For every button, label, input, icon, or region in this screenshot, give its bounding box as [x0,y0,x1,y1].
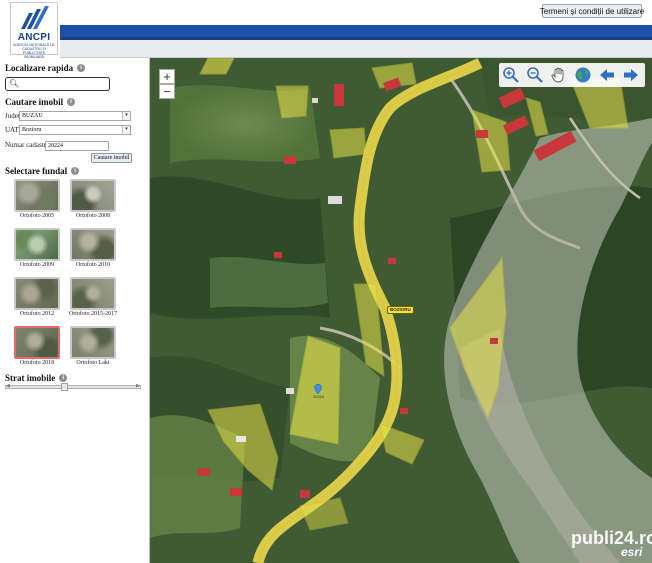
slider-left-arrow-icon[interactable]: ◀ [6,384,11,390]
uat-label: UAT: [5,126,21,134]
basemap-thumb-ortofoto-2012[interactable] [14,277,60,310]
slider-right-arrow-icon[interactable]: ▶ [136,384,141,390]
property-layer-label: Strat imobile [5,373,56,383]
arrow-right-icon[interactable] [622,66,640,84]
basemap-label: Ortofoto 2010 [75,262,111,268]
zoom-in-button[interactable]: + [159,69,175,84]
basemap-label: Ortofoto 2012 [19,311,55,317]
zoom-in-icon[interactable] [502,66,520,84]
basemap-thumb-ortofoto-2009[interactable] [14,228,60,261]
aerial-thumbnail [72,230,114,259]
background-select-label: Selectare fundal [5,166,68,176]
basemap-label: Ortofoto 2005 [19,213,55,219]
aerial-thumbnail [16,181,58,210]
zoom-out-icon[interactable] [526,66,544,84]
aerial-thumbnail [72,279,114,308]
quick-search-title: Localizare rapida i [5,63,86,73]
property-search-title: Cautare imobil i [5,97,76,107]
aerial-thumbnail [72,328,114,357]
opacity-slider-track[interactable] [5,385,141,389]
basemap-label: Ortofoto 2015-2017 [68,311,118,317]
search-property-button[interactable]: Cautare imobil [91,153,132,163]
app-header: ANCPI AGENȚIA NAȚIONALĂ DE CADASTRU ȘI P… [0,0,652,59]
basemap-label: Ortofoto 2018 [19,360,55,366]
cadastral-number-input[interactable]: 20224 [45,141,109,151]
basemap-label: Ortofoto Laki [76,360,110,366]
judet-value: BUZAU [22,113,43,119]
info-icon[interactable]: i [77,64,86,72]
background-select-title: Selectare fundal i [5,166,80,176]
terms-button[interactable]: Termeni și condiții de utilizare [540,4,644,18]
map-toolbar [499,63,645,87]
chevron-down-icon: ▾ [122,112,130,120]
road-label: BOZIORU [387,306,414,314]
location-pin-icon[interactable] [314,384,322,394]
quick-search-label: Localizare rapida [5,63,74,73]
info-icon[interactable]: i [71,167,80,175]
arrow-left-icon[interactable] [598,66,616,84]
basemap-thumb-ortofoto-2018[interactable] [14,326,60,359]
globe-icon[interactable] [574,66,592,84]
basemap-thumb-ortofoto-2005[interactable] [14,179,60,212]
aerial-thumbnail [16,230,58,259]
logo-subtitle: AGENȚIA NAȚIONALĂ DE CADASTRU ȘI PUBLICI… [13,43,55,59]
pan-hand-icon[interactable] [550,66,568,84]
basemap-thumb-ortofoto-2010[interactable] [70,228,116,261]
header-blue-band [60,25,652,37]
basemap-thumb-ortofoto-2008[interactable] [70,179,116,212]
aerial-thumbnail [72,181,114,210]
basemap-label: Ortofoto 2009 [19,262,55,268]
judet-select[interactable]: BUZAU ▾ [19,111,131,121]
basemap-thumb-ortofoto-2015-2017[interactable] [70,277,116,310]
zoom-out-button[interactable]: − [159,84,175,99]
aerial-thumbnail [16,279,58,308]
parcel-label: 20224 [313,394,325,399]
esri-attribution: esri [621,545,643,559]
uat-select[interactable]: Bozioru ▾ [19,125,131,135]
opacity-slider-handle[interactable] [61,383,68,391]
property-layer-title: Strat imobile i [5,373,68,383]
ancpi-logo[interactable]: ANCPI AGENȚIA NAȚIONALĂ DE CADASTRU ȘI P… [10,2,58,59]
chevron-down-icon: ▾ [122,126,130,134]
logo-text: ANCPI [17,32,51,43]
info-icon[interactable]: i [67,98,76,106]
basemap-thumb-ortofoto-laki[interactable] [70,326,116,359]
map-view[interactable]: + − BOZIORU 20224 publi24.ro esri [150,58,652,563]
uat-value: Bozioru [22,127,42,133]
basemap-label: Ortofoto 2008 [75,213,111,219]
info-icon[interactable]: i [59,374,68,382]
property-search-label: Cautare imobil [5,97,64,107]
search-icon: 🔍︎ [9,79,20,88]
quick-search-input[interactable]: 🔍︎ [5,77,110,91]
aerial-thumbnail [16,328,58,357]
header-grey-band [60,40,652,58]
logo-emblem-icon [21,6,49,29]
